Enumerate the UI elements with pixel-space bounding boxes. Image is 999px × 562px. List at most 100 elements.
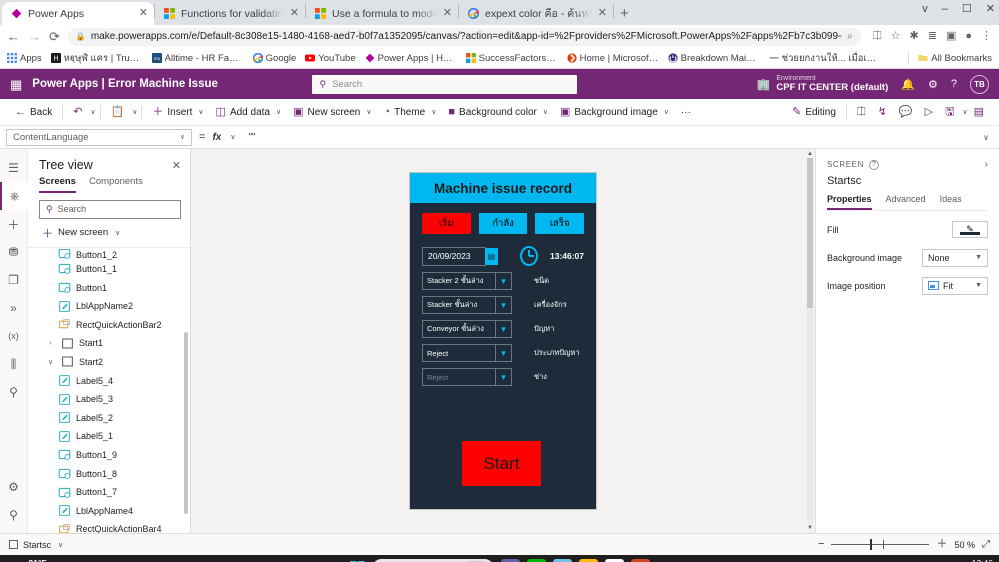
paste-button[interactable]: 📋 [105,101,131,123]
bookmark-item[interactable]: SuccessFactors: หน้า... [465,51,558,66]
formula-input[interactable]: "" [242,132,976,143]
tree-item-rectquickactionbar4[interactable]: RectQuickActionBar4 [28,520,190,533]
settings-gear-icon[interactable]: ⚙ [928,78,938,91]
settings-gear-icon[interactable]: ⚙ [0,473,28,501]
status-button-start[interactable]: เริ่ม [422,213,471,234]
close-window-icon[interactable]: ✕ [986,2,995,15]
fill-color-button[interactable]: ✎ [952,221,988,238]
canvas-scrollbar[interactable]: ▲ ▼ [807,151,813,531]
close-icon[interactable]: ✕ [290,8,299,19]
waffle-grid-icon[interactable]: ▦ [10,78,22,91]
scroll-up-icon[interactable]: ▲ [807,151,813,157]
sidepanel-icon[interactable]: ▣ [946,31,956,42]
zoom-slider-thumb[interactable] [870,539,873,550]
zoom-icon[interactable]: ⌕ [847,31,853,42]
dropdown-machine[interactable]: Stacker ชั้นล่าง ▼ [422,296,512,314]
close-icon[interactable]: ✕ [139,8,148,19]
fx-caret-icon[interactable]: ∨ [230,133,235,141]
help-question-icon[interactable]: ? [951,78,957,90]
tree-item-label5-3[interactable]: Label5_3 [28,390,190,409]
overflow-button[interactable]: ··· [675,101,697,123]
publish-button[interactable]: ▤ [968,101,990,123]
bookmark-item[interactable]: H หฐฺษุฬ์ แคร | TrueMov... [50,51,143,66]
dropdown-problem[interactable]: Conveyor ชั้นล่าง ▼ [422,320,512,338]
profile-avatar[interactable]: ● [965,31,972,42]
theme-button[interactable]: ◔ Theme ∨ [377,101,442,123]
tree-item-button1-7[interactable]: Button1_7 [28,483,190,502]
back-button[interactable]: ← Back [9,101,58,123]
zoom-slider[interactable] [831,539,930,550]
comments-button[interactable]: 💬 [893,101,919,123]
tree-search-input[interactable]: ⚲ Search [39,200,181,219]
tree-item-label5-4[interactable]: Label5_4 [28,371,190,390]
app-canvas[interactable]: Machine issue record เริ่ม กำลัง เสร็จ 2… [191,149,815,533]
zoom-in-button[interactable]: ＋ [936,539,947,550]
date-picker-value[interactable]: 20/09/2023 [422,246,486,266]
scroll-down-icon[interactable]: ▼ [807,525,813,531]
chevron-right-icon[interactable]: › [985,159,988,170]
tree-item-start2[interactable]: ∨ Start2 [28,353,190,372]
tab-components[interactable]: Components [89,176,143,193]
save-button[interactable]: 🖫 [939,101,960,123]
chevron-down-icon[interactable]: ∨ [58,541,63,549]
forward-icon[interactable]: → [28,30,41,43]
bookmark-item[interactable]: Home | Microsoft 3... [567,53,659,64]
app-checker-icon[interactable]: ⫼ [0,350,28,378]
tree-item-rectquickactionbar2[interactable]: RectQuickActionBar2 [28,315,190,334]
help-question-icon[interactable]: ? [868,159,879,170]
status-button-inprogress[interactable]: กำลัง [478,213,528,234]
browser-tab-1[interactable]: Functions for validating data - Tr ✕ [155,2,305,25]
minimize-icon[interactable]: – [942,3,948,15]
bookmark-item[interactable]: YouTube [305,53,356,64]
new-tab-button[interactable]: + [620,6,629,21]
tab-ideas[interactable]: Ideas [940,194,962,210]
tree-item-button1-1[interactable]: Button1_1 [28,260,190,279]
paste-caret-icon[interactable]: ∨ [132,108,137,116]
background-image-select[interactable]: None ▼ [922,248,988,267]
new-screen-button[interactable]: ＋ New screen ∨ [28,219,190,248]
dropdown-type[interactable]: Stacker 2 ชั้นล่าง ▼ [422,272,512,290]
dropdown-problem-type[interactable]: Reject ▼ [422,344,512,362]
extensions-icon[interactable]: ✱ [910,31,919,42]
tree-item-button1-2[interactable]: Button1_2 [28,248,190,260]
tab-advanced[interactable]: Advanced [886,194,926,210]
browser-tab-3[interactable]: expext color คือ - ค้นหาด้วย Goog ✕ [459,2,613,25]
undo-caret-icon[interactable]: ∨ [90,108,95,116]
browser-tab-2[interactable]: Use a formula to modify the form ✕ [306,2,458,25]
bookmark-item[interactable]: Power Apps | Home [365,53,457,64]
scroll-track[interactable] [807,158,813,524]
reading-list-icon[interactable]: ≣ [928,31,937,42]
avatar[interactable]: TB [969,74,989,94]
tree-item-label5-1[interactable]: Label5_1 [28,427,190,446]
chevron-right-icon[interactable]: › [45,340,56,347]
browser-tab-0[interactable]: Power Apps ✕ [2,2,154,25]
chrome-menu-icon[interactable]: ⋮ [981,31,992,42]
zoom-out-button[interactable]: − [818,539,824,550]
tab-search-icon[interactable]: v [922,3,928,15]
tree-view-list[interactable]: Button1_2 Button1_1 Button1 LblAppName2 … [28,248,190,533]
fit-screen-icon[interactable]: ⤢ [982,539,990,550]
add-data-button[interactable]: ◫ Add data ∨ [210,101,288,123]
hamburger-menu-icon[interactable]: ☰ [0,154,28,182]
editing-mode-button[interactable]: ✎ Editing [786,101,842,123]
dropdown-technician[interactable]: Reject ▼ [422,368,512,386]
tree-item-button1[interactable]: Button1 [28,278,190,297]
tab-properties[interactable]: Properties [827,194,872,210]
bookmark-item[interactable]: ช่วยยกงานให้... เมื่อเครื่องจั... [769,51,881,66]
media-icon[interactable]: ❐ [0,266,28,294]
close-icon[interactable]: ✕ [172,159,181,172]
data-icon[interactable]: ⛃ [0,238,28,266]
tree-item-lblappname2[interactable]: LblAppName2 [28,297,190,316]
status-button-done[interactable]: เสร็จ [535,213,585,234]
notification-bell-icon[interactable]: 🔔 [901,78,915,91]
image-position-select[interactable]: Fit ▼ [922,276,988,295]
account-icon[interactable]: ⚲ [0,501,28,529]
tree-view-scrollbar[interactable] [184,331,188,514]
tree-item-label5-2[interactable]: Label5_2 [28,408,190,427]
start-button[interactable]: Start [462,441,541,486]
insert-plus-icon[interactable]: ＋ [0,210,28,238]
current-screen-label[interactable]: Startsc [23,540,51,550]
bookmark-star-icon[interactable]: ☆ [891,31,901,42]
bookmark-item[interactable]: Google [252,53,296,64]
tree-item-start1[interactable]: › Start1 [28,334,190,353]
